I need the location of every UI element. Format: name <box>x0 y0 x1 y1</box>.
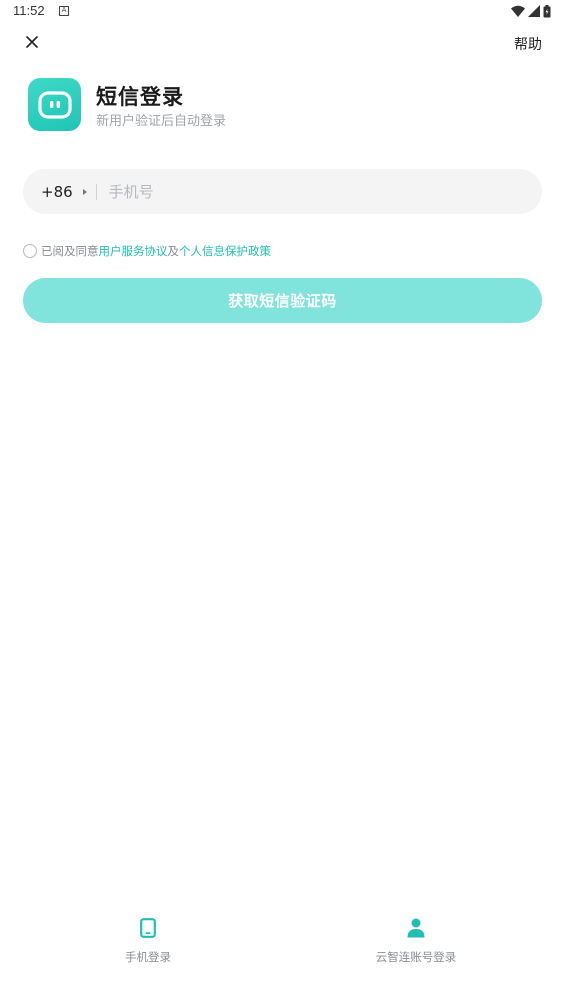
phone-number-input[interactable] <box>106 181 491 202</box>
input-divider <box>95 183 97 200</box>
status-time: 11:52 <box>13 3 45 18</box>
help-link[interactable]: 帮助 <box>514 34 542 54</box>
get-sms-code-button[interactable]: 获取短信验证码 <box>23 278 542 323</box>
battery-icon <box>543 4 551 17</box>
close-button[interactable] <box>22 32 42 52</box>
agreement-checkbox[interactable] <box>23 244 37 258</box>
sms-login-screen: 11:52 A 帮助 短信登录 新用户验证后自动登录 +86 手机号 已阅及同意… <box>0 0 565 1004</box>
privacy-policy-link[interactable]: 个人信息保护政策 <box>179 243 271 259</box>
close-icon <box>26 36 38 48</box>
phone-login-label: 手机登录 <box>125 950 171 964</box>
agreement-prefix: 已阅及同意 <box>41 244 99 258</box>
smartphone-icon <box>136 915 160 941</box>
agreement-connector: 及 <box>167 244 180 258</box>
notification-icon: A <box>59 6 69 16</box>
wifi-icon <box>511 5 525 17</box>
status-icons <box>511 4 551 18</box>
phone-input-row: +86 <box>23 169 542 214</box>
agreement-row: 已阅及同意 用户服务协议 及 个人信息保护政策 <box>23 243 271 259</box>
terms-of-service-link[interactable]: 用户服务协议 <box>99 243 168 259</box>
page-title: 短信登录 <box>96 85 184 109</box>
country-code-selector[interactable]: +86 <box>41 183 87 201</box>
page-subtitle: 新用户验证后自动登录 <box>96 114 227 129</box>
caret-right-icon <box>82 188 87 195</box>
account-login-label: 云智连账号登录 <box>375 950 457 964</box>
account-login-option[interactable]: 云智连账号登录 <box>366 915 466 965</box>
cell-signal-icon <box>528 5 540 17</box>
phone-login-option[interactable]: 手机登录 <box>115 915 181 965</box>
status-bar: 11:52 A <box>0 0 565 24</box>
robot-face-icon <box>37 90 72 119</box>
app-logo <box>28 78 81 131</box>
country-code-label: +86 <box>41 182 73 201</box>
person-icon <box>404 915 428 941</box>
